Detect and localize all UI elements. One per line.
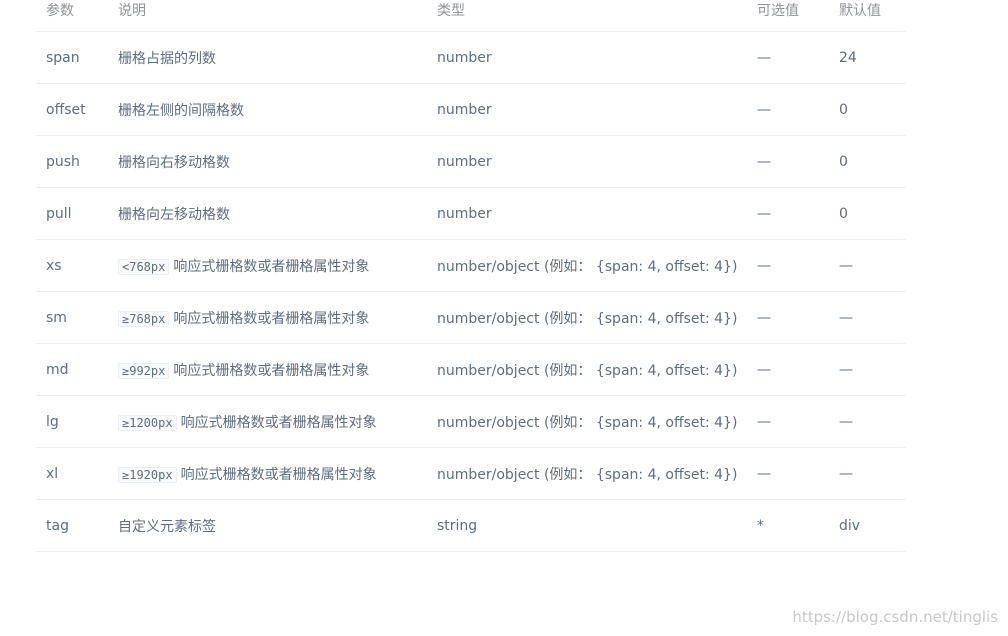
cell-default: 0 — [839, 101, 848, 118]
cell-default: — — [839, 361, 853, 378]
desc-text: 栅格向右移动格数 — [118, 154, 230, 171]
cell-options: — — [757, 49, 771, 66]
cell-options: — — [757, 101, 771, 118]
breakpoint-code: ≥768px — [118, 310, 170, 327]
cell-desc: 自定义元素标签 — [108, 516, 427, 536]
cell-default: — — [839, 465, 853, 482]
desc-text: 响应式栅格数或者栅格属性对象 — [173, 362, 370, 379]
cell-options: — — [757, 361, 771, 378]
cell-desc: ≥768px 响应式栅格数或者栅格属性对象 — [108, 308, 427, 328]
cell-options: — — [757, 257, 771, 274]
table-row: pull 栅格向左移动格数 number — 0 — [36, 188, 906, 240]
cell-default: — — [839, 257, 853, 274]
cell-param: tag — [46, 517, 69, 534]
breakpoint-code: ≥1200px — [118, 414, 177, 431]
cell-options: * — [757, 517, 764, 534]
table-row: push 栅格向右移动格数 number — 0 — [36, 136, 906, 188]
breakpoint-code: ≥992px — [118, 362, 170, 379]
cell-param: offset — [46, 101, 86, 118]
table-row: offset 栅格左侧的间隔格数 number — 0 — [36, 84, 906, 136]
breakpoint-code: ≥1920px — [118, 466, 177, 483]
table-row: lg ≥1200px 响应式栅格数或者栅格属性对象 number/object (例如… — [36, 396, 906, 448]
header-desc: 说明 — [118, 2, 146, 19]
desc-text: 响应式栅格数或者栅格属性对象 — [173, 310, 370, 327]
watermark: https://blog.csdn.net/tinglis — [792, 608, 998, 626]
cell-type: number — [437, 205, 492, 222]
cell-type: number — [437, 101, 492, 118]
cell-param: sm — [46, 309, 67, 326]
cell-type: string — [437, 517, 478, 534]
cell-default: 0 — [839, 153, 848, 170]
cell-options: — — [757, 153, 771, 170]
cell-param: pull — [46, 205, 72, 222]
cell-type: number/object (例如： {span: 4, offset: 4}) — [437, 362, 738, 379]
cell-options: — — [757, 413, 771, 430]
cell-default: — — [839, 309, 853, 326]
cell-type: number/object (例如： {span: 4, offset: 4}) — [437, 466, 738, 483]
table-row: tag 自定义元素标签 string * div — [36, 500, 906, 552]
breakpoint-code: <768px — [118, 258, 170, 275]
header-options: 可选值 — [757, 2, 799, 19]
table-body: span 栅格占据的列数 number — 24 offset 栅格左侧的间隔格数 numbe… — [36, 32, 906, 552]
cell-param: span — [46, 49, 80, 66]
desc-text: 自定义元素标签 — [118, 518, 216, 535]
desc-text: 响应式栅格数或者栅格属性对象 — [173, 258, 370, 275]
cell-desc: ≥1920px 响应式栅格数或者栅格属性对象 — [108, 464, 427, 484]
table-row: xs <768px 响应式栅格数或者栅格属性对象 number/object (例如：… — [36, 240, 906, 292]
header-type: 类型 — [437, 2, 465, 19]
cell-options: — — [757, 205, 771, 222]
cell-default: — — [839, 413, 853, 430]
table-header: 参数 说明 类型 可选值 默认值 — [36, 0, 906, 32]
cell-type: number/object (例如： {span: 4, offset: 4}) — [437, 258, 738, 275]
cell-param: lg — [46, 413, 59, 430]
header-default: 默认值 — [839, 2, 881, 19]
desc-text: 响应式栅格数或者栅格属性对象 — [180, 414, 377, 431]
cell-param: xl — [46, 465, 59, 482]
desc-text: 栅格占据的列数 — [118, 50, 216, 67]
cell-type: number/object (例如： {span: 4, offset: 4}) — [437, 310, 738, 327]
cell-options: — — [757, 465, 771, 482]
attributes-table: 参数 说明 类型 可选值 默认值 span 栅格占据的列数 number — 24 off… — [36, 0, 906, 552]
cell-desc: 栅格向左移动格数 — [108, 204, 427, 224]
cell-param: md — [46, 361, 69, 378]
desc-text: 响应式栅格数或者栅格属性对象 — [180, 466, 377, 483]
desc-text: 栅格向左移动格数 — [118, 206, 230, 223]
cell-type: number — [437, 153, 492, 170]
cell-desc: 栅格向右移动格数 — [108, 152, 427, 172]
cell-desc: ≥992px 响应式栅格数或者栅格属性对象 — [108, 360, 427, 380]
cell-desc: 栅格左侧的间隔格数 — [108, 100, 427, 120]
header-param: 参数 — [46, 2, 74, 19]
table-row: sm ≥768px 响应式栅格数或者栅格属性对象 number/object (例如：… — [36, 292, 906, 344]
cell-default: 24 — [839, 49, 857, 66]
cell-type: number/object (例如： {span: 4, offset: 4}) — [437, 414, 738, 431]
table-row: span 栅格占据的列数 number — 24 — [36, 32, 906, 84]
cell-options: — — [757, 309, 771, 326]
cell-param: push — [46, 153, 80, 170]
table-row: xl ≥1920px 响应式栅格数或者栅格属性对象 number/object (例如… — [36, 448, 906, 500]
table-row: md ≥992px 响应式栅格数或者栅格属性对象 number/object (例如：… — [36, 344, 906, 396]
desc-text: 栅格左侧的间隔格数 — [118, 102, 244, 119]
cell-type: number — [437, 49, 492, 66]
cell-desc: <768px 响应式栅格数或者栅格属性对象 — [108, 256, 427, 276]
cell-desc: 栅格占据的列数 — [108, 48, 427, 68]
cell-default: 0 — [839, 205, 848, 222]
cell-default: div — [839, 517, 861, 534]
cell-desc: ≥1200px 响应式栅格数或者栅格属性对象 — [108, 412, 427, 432]
cell-param: xs — [46, 257, 62, 274]
